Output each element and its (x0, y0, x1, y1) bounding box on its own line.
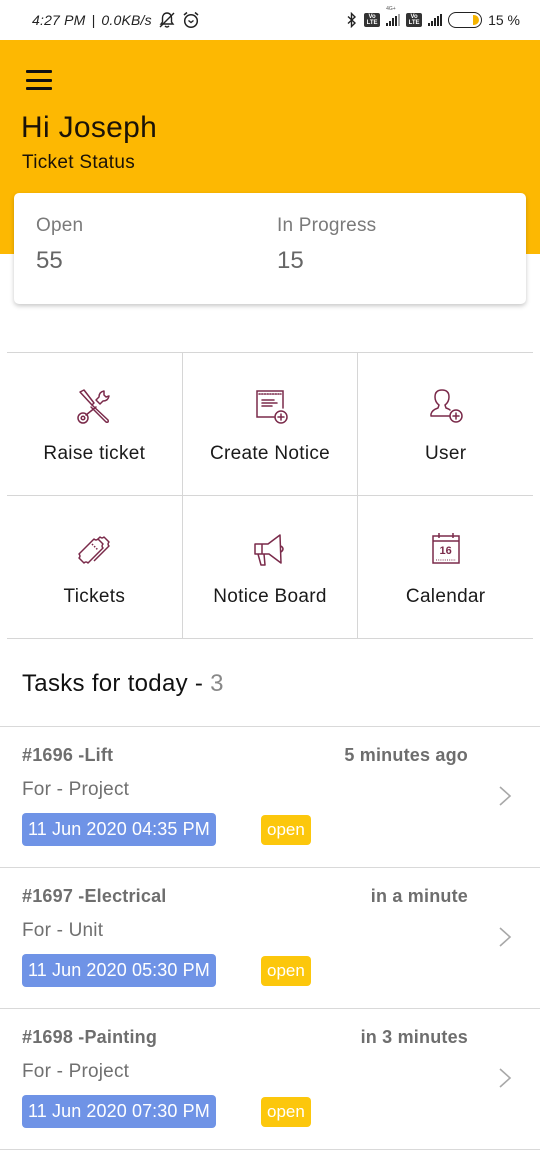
user-label: User (425, 443, 467, 464)
status-left: 4:27 PM | 0.0KB/s (32, 11, 200, 29)
battery-icon (448, 12, 483, 28)
task-time-ago: in a minute (370, 886, 468, 906)
task-for: For - Project (22, 779, 130, 800)
notice-board-button[interactable]: Notice Board (183, 496, 359, 638)
status-bar: 4:27 PM | 0.0KB/s Vo LTE 4G+ Vo LTE 15 % (0, 0, 540, 40)
task-status-badge: open (261, 956, 311, 986)
task-title: #1697 -Electrical (22, 886, 167, 906)
tools-icon (74, 387, 114, 427)
calendar-button[interactable]: 16 Calendar (358, 496, 533, 638)
add-note-icon (250, 387, 290, 427)
tasks-heading: Tasks for today - 3 (22, 670, 224, 698)
calendar-label: Calendar (405, 586, 486, 607)
chevron-right-icon (499, 786, 512, 806)
task-status-badge: open (261, 1097, 311, 1127)
user-button[interactable]: User (358, 353, 533, 495)
task-date-badge: 11 Jun 2020 07:30 PM (22, 1095, 216, 1128)
volte-bottom: LTE (366, 20, 378, 26)
in-progress-label: In Progress (277, 215, 377, 236)
ticket-status-subtitle: Ticket Status (22, 152, 136, 173)
volte-icon-2: Vo LTE (406, 13, 423, 27)
task-time-ago: 5 minutes ago (344, 745, 468, 765)
status-separator: | (91, 12, 96, 28)
tickets-button[interactable]: Tickets (7, 496, 183, 638)
open-stat[interactable]: Open 55 (36, 215, 83, 275)
tasks-heading-text: Tasks for today - (22, 670, 211, 697)
ticket-status-card: Open 55 In Progress 15 (14, 193, 526, 304)
calendar-icon: 16 (426, 530, 466, 570)
menu-grid: Raise ticket Create Notice User Tickets … (7, 352, 533, 639)
greeting-title: Hi Joseph (21, 111, 158, 144)
ticket-icon (74, 530, 114, 570)
calendar-day: 16 (439, 545, 452, 557)
megaphone-icon (250, 530, 290, 570)
task-date-badge: 11 Jun 2020 04:35 PM (22, 813, 216, 846)
battery-level (472, 15, 480, 25)
tickets-label: Tickets (63, 586, 126, 607)
task-item[interactable]: #1698 -Painting in 3 minutes For - Proje… (0, 1009, 540, 1150)
network-type-label: 4G+ (386, 6, 396, 12)
raise-ticket-button[interactable]: Raise ticket (7, 353, 183, 495)
task-date-badge: 11 Jun 2020 05:30 PM (22, 954, 216, 987)
bluetooth-icon (346, 12, 358, 28)
mute-notification-icon (158, 11, 176, 29)
signal-icon: 4G+ (386, 6, 401, 26)
task-time-ago: in 3 minutes (360, 1027, 468, 1047)
tasks-count: 3 (210, 670, 224, 697)
volte-bottom: LTE (408, 20, 420, 26)
task-title: #1698 -Painting (22, 1027, 158, 1047)
open-label: Open (36, 215, 84, 236)
open-count: 55 (36, 247, 63, 274)
chevron-right-icon (499, 927, 512, 947)
in-progress-count: 15 (277, 247, 304, 274)
task-title: #1696 -Lift (22, 745, 114, 765)
hamburger-menu-icon[interactable] (26, 70, 52, 90)
in-progress-stat[interactable]: In Progress 15 (277, 215, 376, 275)
status-time: 4:27 PM (32, 12, 86, 28)
task-for: For - Unit (22, 920, 104, 941)
menu-grid-row: Raise ticket Create Notice User (7, 353, 533, 496)
task-for: For - Project (22, 1061, 130, 1082)
task-item[interactable]: #1697 -Electrical in a minute For - Unit… (0, 868, 540, 1009)
create-notice-label: Create Notice (209, 443, 331, 464)
task-status-badge: open (261, 815, 311, 845)
task-item[interactable]: #1696 -Lift 5 minutes ago For - Project … (0, 727, 540, 868)
status-speed: 0.0KB/s (101, 12, 152, 28)
signal-icon-2 (428, 14, 443, 26)
create-notice-button[interactable]: Create Notice (183, 353, 359, 495)
menu-grid-row: Tickets Notice Board 16 Calendar (7, 496, 533, 639)
raise-ticket-label: Raise ticket (43, 443, 146, 464)
battery-percentage: 15 % (488, 12, 520, 28)
add-user-icon (426, 387, 466, 427)
status-right: Vo LTE 4G+ Vo LTE 15 % (346, 6, 520, 28)
volte-icon: Vo LTE (364, 13, 381, 27)
alarm-icon (182, 11, 200, 29)
chevron-right-icon (499, 1068, 512, 1088)
notice-board-label: Notice Board (213, 586, 327, 607)
